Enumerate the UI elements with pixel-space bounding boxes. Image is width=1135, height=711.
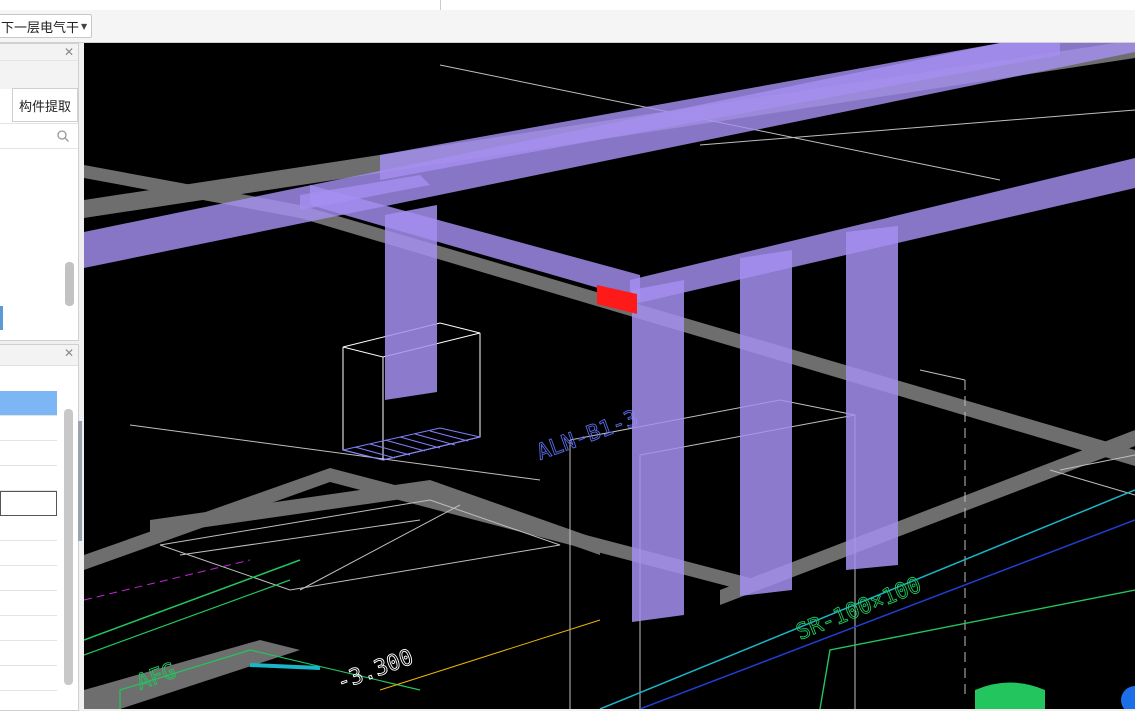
cable-trays <box>84 43 1135 305</box>
annotation-text: ALN-B1-3 <box>534 406 642 466</box>
close-icon[interactable]: ✕ <box>64 346 74 360</box>
cad-pipes <box>84 489 1135 709</box>
scrollbar-thumb[interactable] <box>65 262 74 306</box>
list-item[interactable] <box>0 541 57 566</box>
scrollbar-thumb[interactable] <box>64 409 73 685</box>
floor-dropdown[interactable]: 下一层电气干 ▼ <box>0 14 93 38</box>
dock-splitter[interactable] <box>78 421 82 541</box>
toolbar: 下一层电气干 ▼ <box>0 10 1135 43</box>
cad-marker <box>1121 686 1135 709</box>
panel-header: ✕ <box>0 44 78 60</box>
3d-viewport[interactable]: ALN-B1-3 -3.300 AFG SR-100×100 <box>84 43 1135 709</box>
list-item[interactable] <box>0 616 57 641</box>
list-item[interactable] <box>0 641 57 666</box>
selection-marker <box>0 306 3 330</box>
panel-toolbar <box>0 60 78 89</box>
search-icon[interactable] <box>56 129 70 143</box>
floor-dropdown-label: 下一层电气干 <box>1 20 80 36</box>
cad-scene: ALN-B1-3 -3.300 AFG SR-100×100 <box>84 43 1135 709</box>
annotation-text: -3.300 <box>334 645 417 696</box>
left-dock: ✕ 构件提取 ✕ <box>0 43 82 711</box>
divider <box>440 0 441 10</box>
close-icon[interactable]: ✕ <box>64 45 74 59</box>
list-item[interactable] <box>0 666 57 691</box>
list-item[interactable] <box>0 566 57 591</box>
chevron-down-icon[interactable]: ▼ <box>81 22 87 31</box>
extract-component-button[interactable]: 构件提取 <box>11 88 78 122</box>
search-input[interactable] <box>0 123 78 149</box>
component-panel: ✕ 构件提取 <box>0 43 79 341</box>
cad-marker <box>975 682 1045 709</box>
list-item[interactable] <box>0 516 57 541</box>
list-item[interactable] <box>0 466 57 491</box>
list-item[interactable] <box>0 441 57 466</box>
list-item[interactable] <box>0 416 57 441</box>
list-item-input[interactable] <box>0 491 57 516</box>
property-list <box>0 391 57 691</box>
list-item[interactable] <box>0 391 57 416</box>
list-item[interactable] <box>0 591 57 616</box>
panel-header: ✕ <box>0 345 78 366</box>
properties-panel: ✕ <box>0 344 79 711</box>
